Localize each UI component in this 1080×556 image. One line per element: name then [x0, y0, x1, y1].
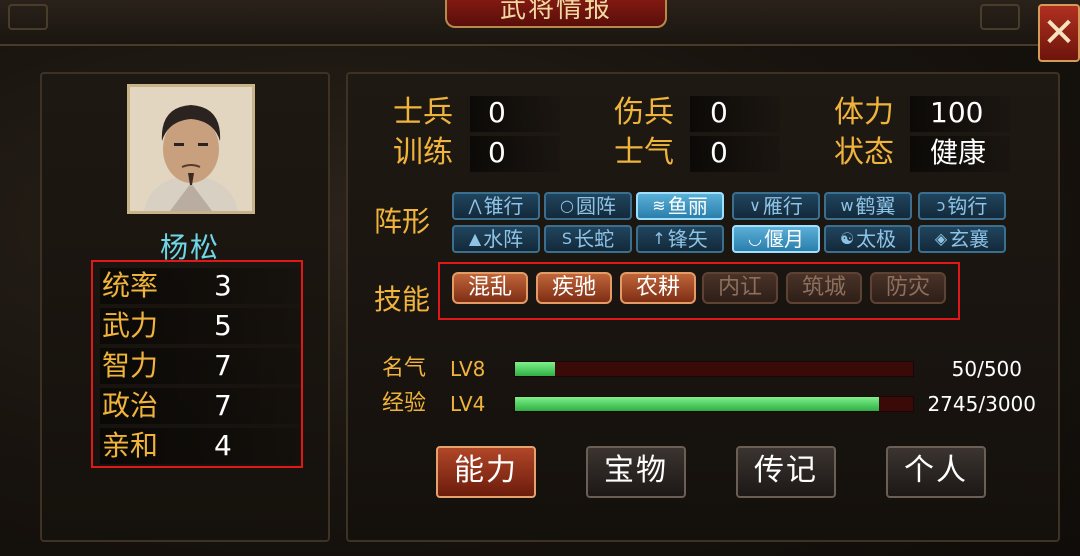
- stat-value-bg: [470, 136, 560, 172]
- fame-value: 50/500: [951, 357, 1022, 381]
- skill-badge[interactable]: 疾驰: [536, 272, 612, 304]
- attribute-value: 3: [214, 269, 232, 302]
- attribute-value: 5: [214, 309, 232, 342]
- skill-badge[interactable]: 筑城: [786, 272, 862, 304]
- attribute-label: 武力: [102, 309, 159, 342]
- formation-crane-wing-button[interactable]: w 鹤翼: [824, 192, 912, 220]
- experience-value: 2745/3000: [927, 392, 1036, 416]
- formation-hook-icon: ↄ: [936, 196, 946, 215]
- portrait-face-icon: [130, 87, 252, 211]
- experience-bar-fill: [515, 397, 880, 411]
- skill-badge[interactable]: 防灾: [870, 272, 946, 304]
- formation-crescent-icon: ◡: [748, 229, 762, 248]
- formation-taiji-button[interactable]: ☯ 太极: [824, 225, 912, 253]
- formation-label-text: 鹤翼: [855, 194, 896, 218]
- formation-wedge-icon: ⋀: [468, 196, 482, 215]
- soldiers-value: 0: [488, 96, 506, 129]
- tab-personal[interactable]: 个人: [886, 446, 986, 498]
- morale-label: 士气: [614, 135, 674, 170]
- tab-biography[interactable]: 传记: [736, 446, 836, 498]
- training-label: 训练: [393, 135, 453, 170]
- formation-long-snake-icon: S: [561, 229, 573, 248]
- formation-label-text: 水阵: [483, 227, 524, 251]
- fame-bar-fill: [515, 362, 555, 376]
- status-value: 健康: [930, 136, 987, 169]
- experience-bar: [514, 396, 914, 412]
- formation-long-snake-button[interactable]: S 长蛇: [544, 225, 632, 253]
- corner-ornament-left-icon: [8, 4, 48, 30]
- stat-value-bg: [470, 96, 560, 132]
- attribute-label: 政治: [102, 389, 159, 422]
- formation-label: 阵形: [374, 205, 431, 238]
- tab-treasure[interactable]: 宝物: [586, 446, 686, 498]
- formation-circle-button[interactable]: ○ 圆阵: [544, 192, 632, 220]
- formation-label-text: 圆阵: [575, 194, 616, 218]
- formation-label-text: 雁行: [762, 194, 803, 218]
- experience-label: 经验: [382, 391, 427, 416]
- stamina-value: 100: [930, 96, 984, 129]
- formation-label-text: 玄襄: [949, 227, 990, 251]
- soldiers-label: 士兵: [393, 95, 453, 130]
- formation-goose-icon: ∨: [749, 196, 761, 215]
- close-button[interactable]: ✕: [1038, 4, 1080, 62]
- formation-xuanxiang-button[interactable]: ◈ 玄襄: [918, 225, 1006, 253]
- morale-value: 0: [710, 136, 728, 169]
- attribute-value: 7: [214, 389, 232, 422]
- formation-fish-scale-icon: ≋: [652, 196, 666, 215]
- attribute-row: 智力 7: [100, 348, 300, 384]
- formation-label-text: 偃月: [763, 227, 804, 251]
- game-window: 武将情报 ✕ 杨松 统率 3 武力 5 智力 7 政治 7 亲和 4 士兵 0 …: [0, 0, 1080, 556]
- wounded-value: 0: [710, 96, 728, 129]
- formation-goose-button[interactable]: ∨ 雁行: [732, 192, 820, 220]
- formation-label-text: 长蛇: [574, 227, 615, 251]
- stat-value-bg: [690, 136, 780, 172]
- attribute-label: 智力: [102, 349, 159, 382]
- attribute-label: 统率: [102, 269, 159, 302]
- fame-level: LV8: [450, 357, 486, 381]
- attribute-label: 亲和: [102, 429, 159, 462]
- attribute-row: 亲和 4: [100, 428, 300, 464]
- attribute-row: 政治 7: [100, 388, 300, 424]
- formation-xuanxiang-icon: ◈: [934, 229, 948, 248]
- formation-fish-scale-button[interactable]: ≋ 鱼丽: [636, 192, 724, 220]
- general-portrait: [127, 84, 255, 214]
- tab-ability[interactable]: 能力: [436, 446, 536, 498]
- formation-label-text: 鱼丽: [667, 194, 708, 218]
- skill-badge[interactable]: 农耕: [620, 272, 696, 304]
- formation-hook-button[interactable]: ↄ 钩行: [918, 192, 1006, 220]
- stat-value-bg: [690, 96, 780, 132]
- attribute-row: 统率 3: [100, 268, 300, 304]
- corner-ornament-right-icon: [980, 4, 1020, 30]
- skill-badge[interactable]: 内讧: [702, 272, 778, 304]
- formation-arrowhead-icon: ↑: [652, 229, 666, 248]
- status-label: 状态: [834, 135, 894, 170]
- skills-label: 技能: [374, 283, 431, 316]
- formation-circle-icon: ○: [560, 196, 574, 215]
- formation-crane-wing-icon: w: [840, 196, 854, 215]
- formation-crescent-button[interactable]: ◡ 偃月: [732, 225, 820, 253]
- fame-label: 名气: [382, 356, 427, 381]
- formation-water-button[interactable]: ▲ 水阵: [452, 225, 540, 253]
- window-title: 武将情报: [445, 0, 667, 28]
- formation-label-text: 太极: [856, 227, 897, 251]
- attribute-value: 4: [214, 429, 232, 462]
- wounded-label: 伤兵: [614, 95, 674, 130]
- formation-arrowhead-button[interactable]: ↑ 锋矢: [636, 225, 724, 253]
- formation-label-text: 锥行: [483, 194, 524, 218]
- training-value: 0: [488, 136, 506, 169]
- stamina-label: 体力: [834, 95, 894, 130]
- attribute-row: 武力 5: [100, 308, 300, 344]
- fame-bar: [514, 361, 914, 377]
- formation-taiji-icon: ☯: [839, 229, 855, 248]
- experience-level: LV4: [450, 392, 486, 416]
- formation-water-icon: ▲: [468, 229, 482, 248]
- formation-label-text: 锋矢: [667, 227, 708, 251]
- formation-wedge-button[interactable]: ⋀ 锥行: [452, 192, 540, 220]
- formation-label-text: 钩行: [947, 194, 988, 218]
- skill-badge[interactable]: 混乱: [452, 272, 528, 304]
- attribute-value: 7: [214, 349, 232, 382]
